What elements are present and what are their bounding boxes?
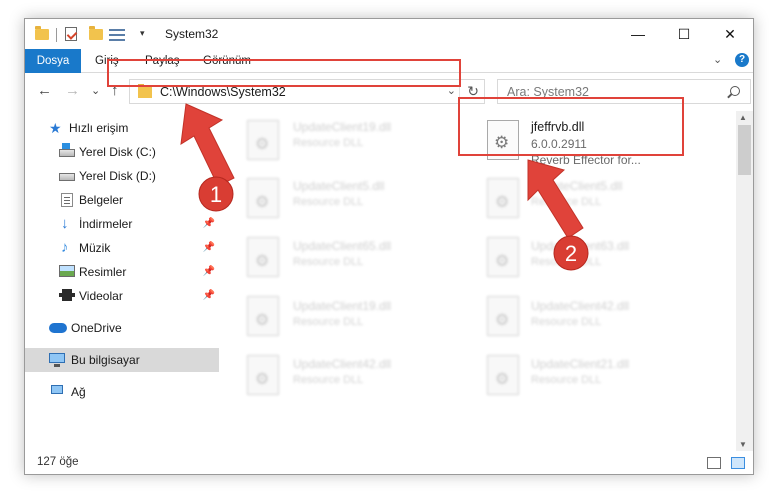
file-name[interactable]: UpdateClient42.dll (293, 357, 391, 371)
sidebar-item-label: Hızlı erişim (69, 121, 129, 135)
close-button[interactable]: ✕ (707, 19, 753, 49)
dll-file-icon[interactable] (247, 120, 279, 160)
dll-file-icon[interactable] (487, 237, 519, 277)
sidebar-item-label: Yerel Disk (D:) (79, 169, 156, 183)
navigation-pane: ★ Hızlı erişim Yerel Disk (C:) Yerel Dis… (25, 114, 219, 444)
cloud-icon (49, 323, 67, 333)
file-name[interactable]: UpdateClient5.dll (293, 179, 384, 193)
videos-icon (59, 289, 75, 301)
file-description: Resource DLL (531, 316, 602, 328)
back-button[interactable]: ← (37, 82, 52, 100)
file-name[interactable]: UpdateClient63.dll (531, 239, 629, 253)
file-name[interactable]: UpdateClient19.dll (293, 299, 391, 313)
sidebar-item-videos[interactable]: Videolar 📌 (25, 284, 219, 308)
dll-file-icon[interactable] (247, 355, 279, 395)
item-count: 127 öğe (37, 456, 79, 468)
drive-d-icon (59, 173, 75, 181)
sidebar-item-label: Videolar (79, 289, 123, 303)
window-title: System32 (165, 27, 219, 41)
pin-icon[interactable]: 📌 (203, 284, 215, 308)
forward-button[interactable]: → (65, 82, 80, 100)
sidebar-item-network[interactable]: Ağ (25, 380, 219, 404)
file-description: Resource DLL (293, 316, 364, 328)
file-name[interactable]: UpdateClient19.dll (293, 120, 391, 134)
sidebar-item-pictures[interactable]: Resimler 📌 (25, 260, 219, 284)
search-icon[interactable] (730, 86, 740, 96)
dll-file-icon[interactable] (247, 178, 279, 218)
scroll-down-icon[interactable]: ▼ (739, 440, 747, 449)
sidebar-item-quick-access[interactable]: ★ Hızlı erişim (25, 116, 219, 140)
folder-icon (35, 26, 49, 40)
title-bar: ▾ System32 — ☐ ✕ (25, 19, 753, 49)
file-description: Resource DLL (293, 256, 364, 268)
recent-locations-button[interactable]: ⌄ (91, 82, 100, 100)
file-description: Resource DLL (293, 374, 364, 386)
details-view-icon[interactable] (707, 457, 721, 469)
address-path[interactable]: C:\Windows\System32 (160, 85, 286, 99)
properties-check-icon[interactable] (65, 27, 77, 41)
sidebar-item-label: Yerel Disk (C:) (79, 145, 156, 159)
pictures-icon (59, 265, 75, 277)
file-name[interactable]: UpdateClient65.dll (293, 239, 391, 253)
file-name[interactable]: UpdateClient21.dll (531, 357, 629, 371)
tab-file[interactable]: Dosya (25, 49, 81, 73)
sidebar-item-label: Belgeler (79, 193, 124, 207)
dll-file-icon[interactable] (247, 296, 279, 336)
sidebar-item-drive-c[interactable]: Yerel Disk (C:) (25, 140, 219, 164)
folder-icon (138, 84, 152, 98)
scrollbar-thumb[interactable] (738, 125, 751, 175)
dll-file-icon[interactable] (487, 355, 519, 395)
sidebar-item-label: OneDrive (71, 321, 122, 335)
sidebar-item-drive-d[interactable]: Yerel Disk (D:) (25, 164, 219, 188)
sidebar-item-label: Ağ (71, 385, 86, 399)
music-icon: ♪ (61, 239, 69, 256)
minimize-button[interactable]: — (615, 19, 661, 49)
ribbon-expand-icon[interactable]: ⌄ (713, 53, 722, 66)
sidebar-item-this-pc[interactable]: Bu bilgisayar (25, 348, 219, 372)
pin-icon[interactable]: 📌 (203, 260, 215, 284)
separator (56, 28, 57, 42)
help-icon[interactable]: ? (735, 53, 749, 67)
pin-icon[interactable]: 📌 (203, 212, 215, 236)
sidebar-item-label: Müzik (79, 241, 111, 255)
file-description: Resource DLL (293, 196, 364, 208)
file-name[interactable]: UpdateClient5.dll (531, 179, 622, 193)
documents-icon (61, 193, 73, 207)
file-description: Resource DLL (293, 137, 364, 149)
dll-file-icon[interactable] (247, 237, 279, 277)
status-bar: 127 öğe (25, 451, 753, 474)
customize-toolbar-icon[interactable] (109, 29, 125, 41)
downloads-icon: ↓ (61, 215, 69, 232)
file-description: Resource DLL (531, 374, 602, 386)
scroll-up-icon[interactable]: ▲ (739, 113, 747, 122)
sidebar-item-onedrive[interactable]: OneDrive (25, 316, 219, 340)
large-icons-view-icon[interactable] (731, 457, 745, 469)
address-highlight-box (107, 59, 461, 87)
sidebar-item-label: Bu bilgisayar (71, 353, 140, 367)
drive-c-icon (59, 143, 75, 157)
maximize-button[interactable]: ☐ (661, 19, 707, 49)
dll-file-icon[interactable] (487, 296, 519, 336)
sidebar-item-documents[interactable]: Belgeler (25, 188, 219, 212)
dll-file-icon[interactable] (487, 178, 519, 218)
file-description: Resource DLL (531, 196, 602, 208)
chevron-down-icon[interactable]: ▾ (140, 28, 145, 44)
file-name[interactable]: UpdateClient42.dll (531, 299, 629, 313)
sidebar-item-label: Resimler (79, 265, 127, 279)
sidebar-item-music[interactable]: ♪ Müzik 📌 (25, 236, 219, 260)
star-icon: ★ (49, 120, 62, 136)
file-highlight-box (458, 97, 684, 156)
vertical-scrollbar[interactable]: ▲ ▼ (736, 111, 753, 451)
sidebar-item-label: İndirmeler (79, 217, 133, 231)
sidebar-item-downloads[interactable]: ↓ İndirmeler 📌 (25, 212, 219, 236)
network-icon (51, 385, 63, 394)
pin-icon[interactable]: 📌 (203, 236, 215, 260)
pc-icon (49, 353, 65, 367)
new-folder-icon[interactable] (89, 26, 103, 40)
file-description: Resource DLL (531, 256, 602, 268)
